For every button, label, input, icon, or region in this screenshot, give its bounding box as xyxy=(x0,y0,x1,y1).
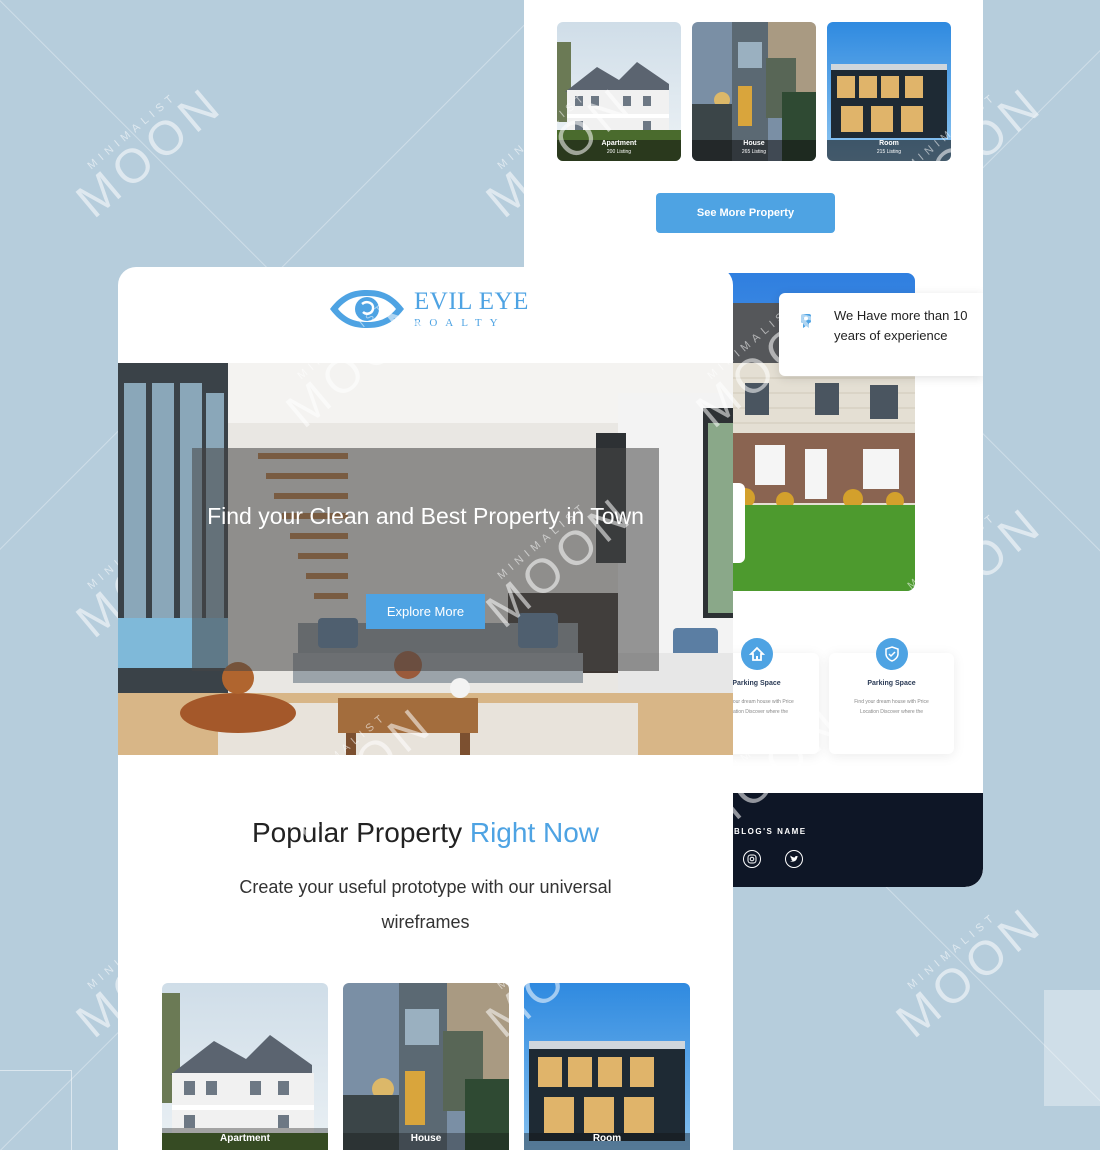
popular-subtitle: Create your useful prototype with our un… xyxy=(239,877,612,932)
instagram-icon[interactable] xyxy=(743,850,761,868)
category-label: Room xyxy=(879,140,899,147)
feature-desc: Find your dream house with Price Locatio… xyxy=(854,699,929,715)
category-card-room[interactable]: Room 215 Listing xyxy=(827,22,951,161)
category-card-apartment[interactable]: Apartment 200 Listing xyxy=(557,22,681,161)
property-label: House xyxy=(410,1133,442,1144)
property-label: Room xyxy=(592,1133,622,1144)
corner-frame xyxy=(0,1070,72,1150)
popular-title: Popular Property Right Now xyxy=(118,817,733,849)
room-image xyxy=(524,983,690,1150)
category-card-house[interactable]: House 265 Listing xyxy=(692,22,816,161)
hero-title: Find your Clean and Best Property in Tow… xyxy=(207,503,644,529)
feature-title: Parking Space xyxy=(867,680,916,687)
ghost-panel xyxy=(1044,990,1100,1106)
popular-title-main: Popular Property xyxy=(251,817,463,848)
property-cards: Apartment House Room xyxy=(162,983,690,1150)
shield-icon xyxy=(875,638,908,670)
experience-text: We Have more than 10 years of experience xyxy=(834,308,968,343)
category-count: 200 Listing xyxy=(606,149,632,155)
property-card-house[interactable]: House xyxy=(343,983,509,1150)
front-mockup: EVIL EYE ROALTY Find your Clean and Best… xyxy=(118,267,733,1150)
feature-card: Parking Space Find your dream house with… xyxy=(829,638,954,754)
hero-overlay: Find your Clean and Best Property in Tow… xyxy=(192,448,659,671)
category-count: 215 Listing xyxy=(876,149,902,155)
twitter-icon[interactable] xyxy=(785,850,803,868)
eye-logo-icon xyxy=(330,290,404,328)
home-icon xyxy=(740,638,773,670)
category-count: 265 Listing xyxy=(741,149,767,155)
blog-name: BLOG'S NAME xyxy=(734,827,807,836)
see-more-property-button[interactable]: See More Property xyxy=(656,193,835,233)
hero: Find your Clean and Best Property in Tow… xyxy=(118,363,733,755)
award-icon xyxy=(801,314,811,328)
property-label: Apartment xyxy=(219,1133,270,1144)
property-card-apartment[interactable]: Apartment xyxy=(162,983,328,1150)
property-card-room[interactable]: Room xyxy=(524,983,690,1150)
house-image xyxy=(343,983,509,1150)
apartment-image xyxy=(162,983,328,1150)
category-cards: Apartment 200 Listing House 265 Listing xyxy=(557,22,951,161)
experience-card: We Have more than 10 years of experience xyxy=(779,293,983,376)
watermark: MINIMALISTMOON xyxy=(66,76,234,229)
logo[interactable]: EVIL EYE ROALTY xyxy=(328,287,529,331)
logo-subtitle: ROALTY xyxy=(414,317,506,329)
category-label: House xyxy=(743,140,765,147)
watermark: MINIMALISTMOON xyxy=(886,896,1054,1049)
logo-title: EVIL EYE xyxy=(414,288,529,315)
explore-more-button[interactable]: Explore More xyxy=(366,594,485,629)
category-label: Apartment xyxy=(601,140,637,147)
popular-title-accent: Right Now xyxy=(469,817,600,848)
